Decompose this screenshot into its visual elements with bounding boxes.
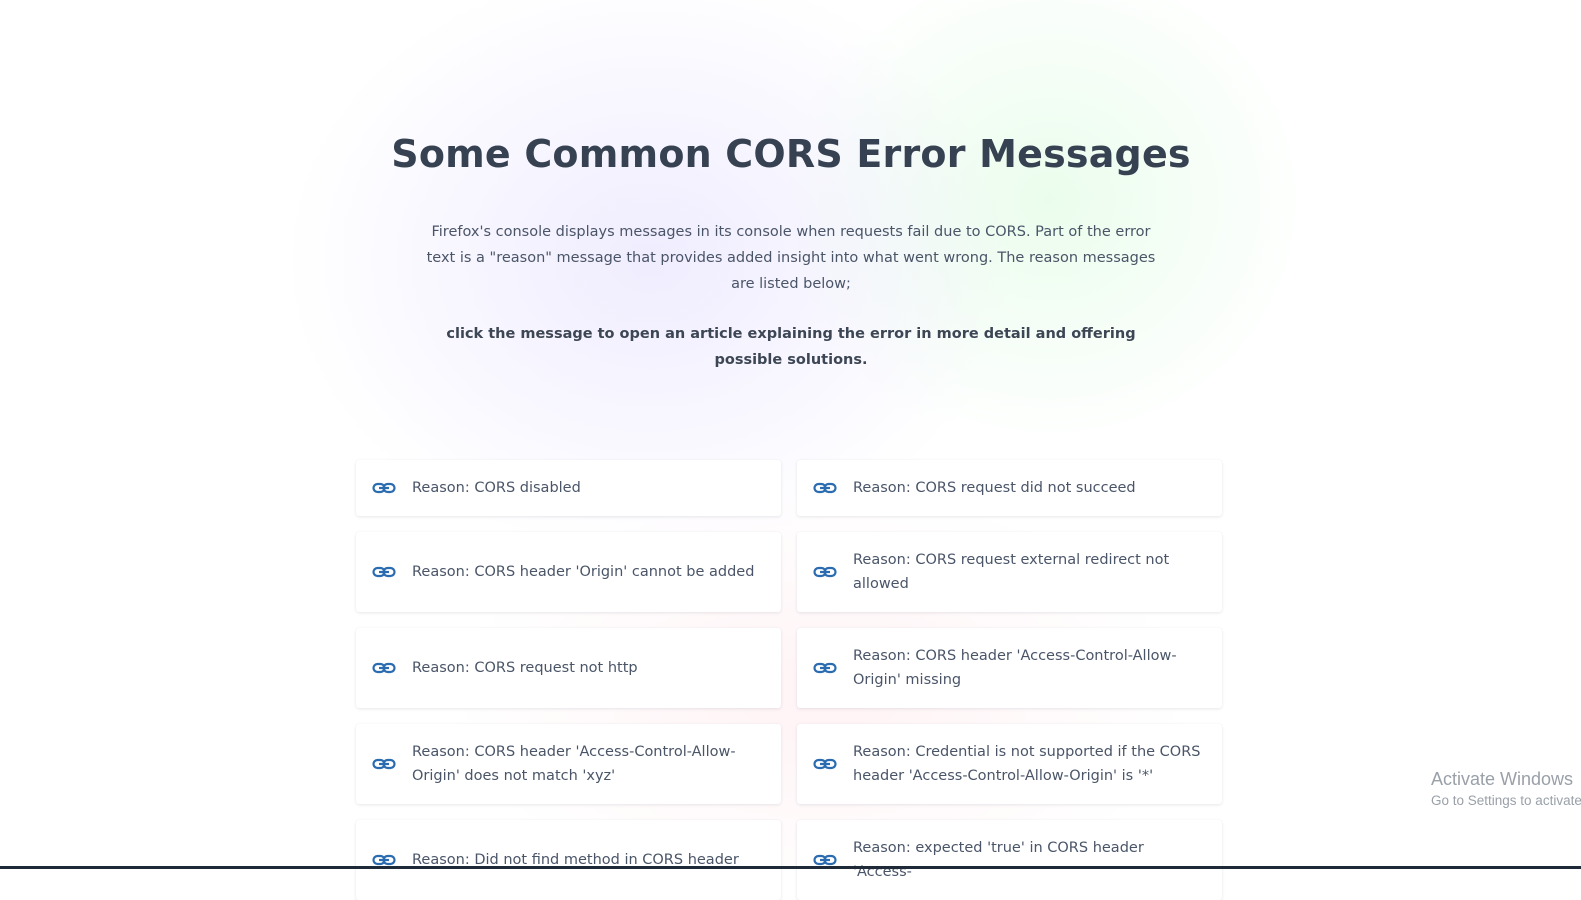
reason-card-expected-true[interactable]: Reason: expected 'true' in CORS header '… — [797, 820, 1222, 900]
link-icon — [813, 566, 837, 578]
link-icon — [813, 758, 837, 770]
link-icon — [813, 482, 837, 494]
reason-label: Reason: CORS request did not succeed — [853, 480, 1136, 496]
reason-label: Reason: expected 'true' in CORS header '… — [853, 840, 1144, 880]
activate-windows-title: Activate Windows — [1431, 769, 1574, 789]
link-icon — [372, 566, 396, 578]
reason-card-request-not-http[interactable]: Reason: CORS request not http — [356, 628, 781, 708]
link-icon — [372, 662, 396, 674]
reason-card-method-not-found[interactable]: Reason: Did not find method in CORS head… — [356, 820, 781, 900]
reason-label: Reason: CORS header 'Origin' cannot be a… — [412, 564, 755, 580]
reason-grid: Reason: CORS disabled Reason: CORS reque… — [356, 460, 1226, 900]
link-icon — [813, 854, 837, 866]
link-icon — [372, 758, 396, 770]
intro-text: Firefox's console displays messages in i… — [426, 224, 1156, 292]
reason-card-allow-origin-missing[interactable]: Reason: CORS header 'Access-Control-Allo… — [797, 628, 1222, 708]
activate-windows-watermark: Activate Windows Go to Settings to activ… — [1431, 767, 1581, 811]
link-icon — [372, 854, 396, 866]
reason-card-credential-not-supported[interactable]: Reason: Credential is not supported if t… — [797, 724, 1222, 804]
reason-card-external-redirect-not-allowed[interactable]: Reason: CORS request external redirect n… — [797, 532, 1222, 612]
hint-text: click the message to open an article exp… — [446, 326, 1136, 368]
reason-label: Reason: CORS header 'Access-Control-Allo… — [412, 744, 736, 784]
reason-card-allow-origin-does-not-match[interactable]: Reason: CORS header 'Access-Control-Allo… — [356, 724, 781, 804]
reason-label: Reason: CORS request external redirect n… — [853, 552, 1170, 592]
activate-windows-subtitle: Go to Settings to activate Windows. — [1431, 793, 1581, 808]
reason-label: Reason: Credential is not supported if t… — [853, 744, 1201, 784]
reason-card-request-did-not-succeed[interactable]: Reason: CORS request did not succeed — [797, 460, 1222, 516]
reason-label: Reason: CORS disabled — [412, 480, 581, 496]
reason-card-origin-cannot-be-added[interactable]: Reason: CORS header 'Origin' cannot be a… — [356, 532, 781, 612]
reason-card-cors-disabled[interactable]: Reason: CORS disabled — [356, 460, 781, 516]
link-icon — [372, 482, 396, 494]
reason-label: Reason: CORS request not http — [412, 660, 638, 676]
link-icon — [813, 662, 837, 674]
page-title: Some Common CORS Error Messages — [391, 132, 1191, 176]
reason-label: Reason: CORS header 'Access-Control-Allo… — [853, 648, 1177, 688]
